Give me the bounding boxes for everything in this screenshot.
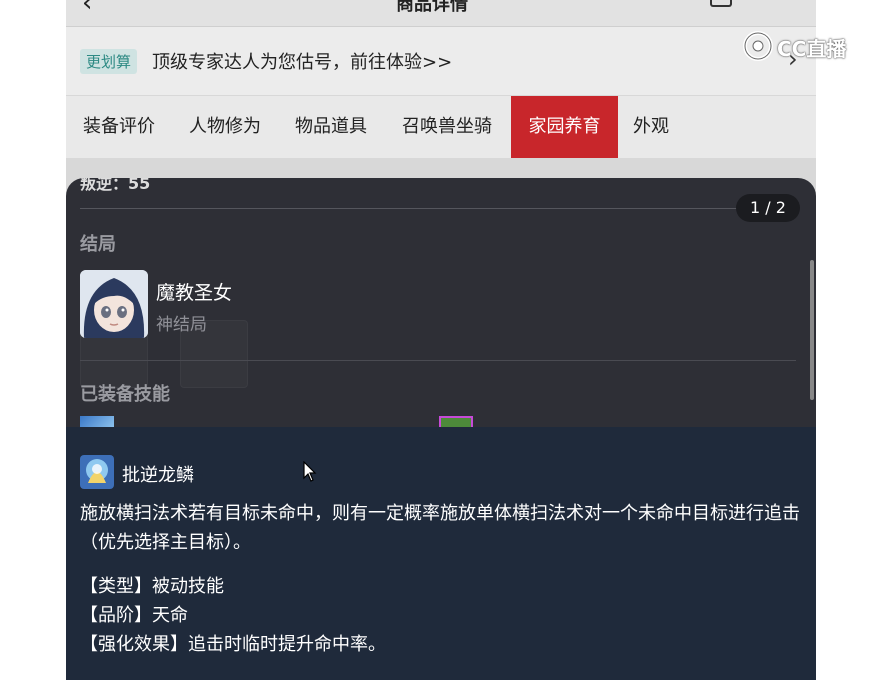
tab-items[interactable]: 物品道具 — [278, 96, 384, 158]
tab-summons[interactable]: 召唤兽坐骑 — [384, 96, 510, 158]
skill-effect: 【强化效果】追击时临时提升命中率。 — [80, 634, 386, 655]
phone-view: ‹ 商品详情 更划算 顶级专家达人为您估号，前往体验>> › 装备评价 人物修为… — [66, 0, 816, 680]
promo-banner[interactable]: 更划算 顶级专家达人为您估号，前往体验>> › — [66, 27, 816, 95]
category-tabs: 装备评价 人物修为 物品道具 召唤兽坐骑 家园养育 外观 — [66, 96, 816, 158]
mouse-cursor-icon — [303, 461, 317, 482]
ending-avatar[interactable] — [80, 270, 148, 338]
ending-section-title: 结局 — [80, 234, 116, 255]
skill-description: 施放横扫法术若有目标未命中，则有一定概率施放单体横扫法术对一个未命中目标进行追击… — [80, 503, 800, 553]
skills-section-title: 已装备技能 — [80, 384, 170, 405]
tab-equipment[interactable]: 装备评价 — [66, 96, 172, 158]
watermark-text: CC直播 — [777, 37, 847, 61]
partial-stat-text: 叛逆：55 — [80, 178, 151, 193]
camera-icon[interactable] — [710, 0, 732, 7]
divider — [80, 208, 796, 209]
title-bar: ‹ 商品详情 — [66, 0, 816, 27]
dragon-scale-skill-icon — [80, 455, 114, 489]
ending-type: 神结局 — [156, 315, 207, 335]
scrollbar[interactable] — [810, 260, 814, 400]
page-title: 商品详情 — [396, 0, 468, 15]
divider — [80, 360, 796, 361]
cc-live-watermark: CC直播 — [741, 25, 861, 65]
promo-badge: 更划算 — [80, 49, 138, 74]
tab-appearance[interactable]: 外观 — [618, 96, 684, 158]
back-icon[interactable]: ‹ — [82, 0, 92, 18]
detail-panel: 叛逆：55 1 / 2 结局 魔教圣女 神结局 已装备技能 — [66, 178, 816, 438]
cc-logo-icon — [743, 31, 773, 61]
skill-tooltip: 批逆龙鳞 施放横扫法术若有目标未命中，则有一定概率施放单体横扫法术对一个未命中目… — [66, 427, 816, 680]
skill-rank: 【品阶】天命 — [80, 605, 188, 626]
promo-text[interactable]: 顶级专家达人为您估号，前往体验>> — [152, 48, 452, 74]
skill-type: 【类型】被动技能 — [80, 576, 224, 597]
tab-character[interactable]: 人物修为 — [172, 96, 278, 158]
page-indicator: 1 / 2 — [736, 194, 800, 222]
tab-home[interactable]: 家园养育 — [511, 96, 618, 158]
skill-name: 批逆龙鳞 — [122, 465, 194, 486]
ending-name: 魔教圣女 — [156, 282, 233, 304]
